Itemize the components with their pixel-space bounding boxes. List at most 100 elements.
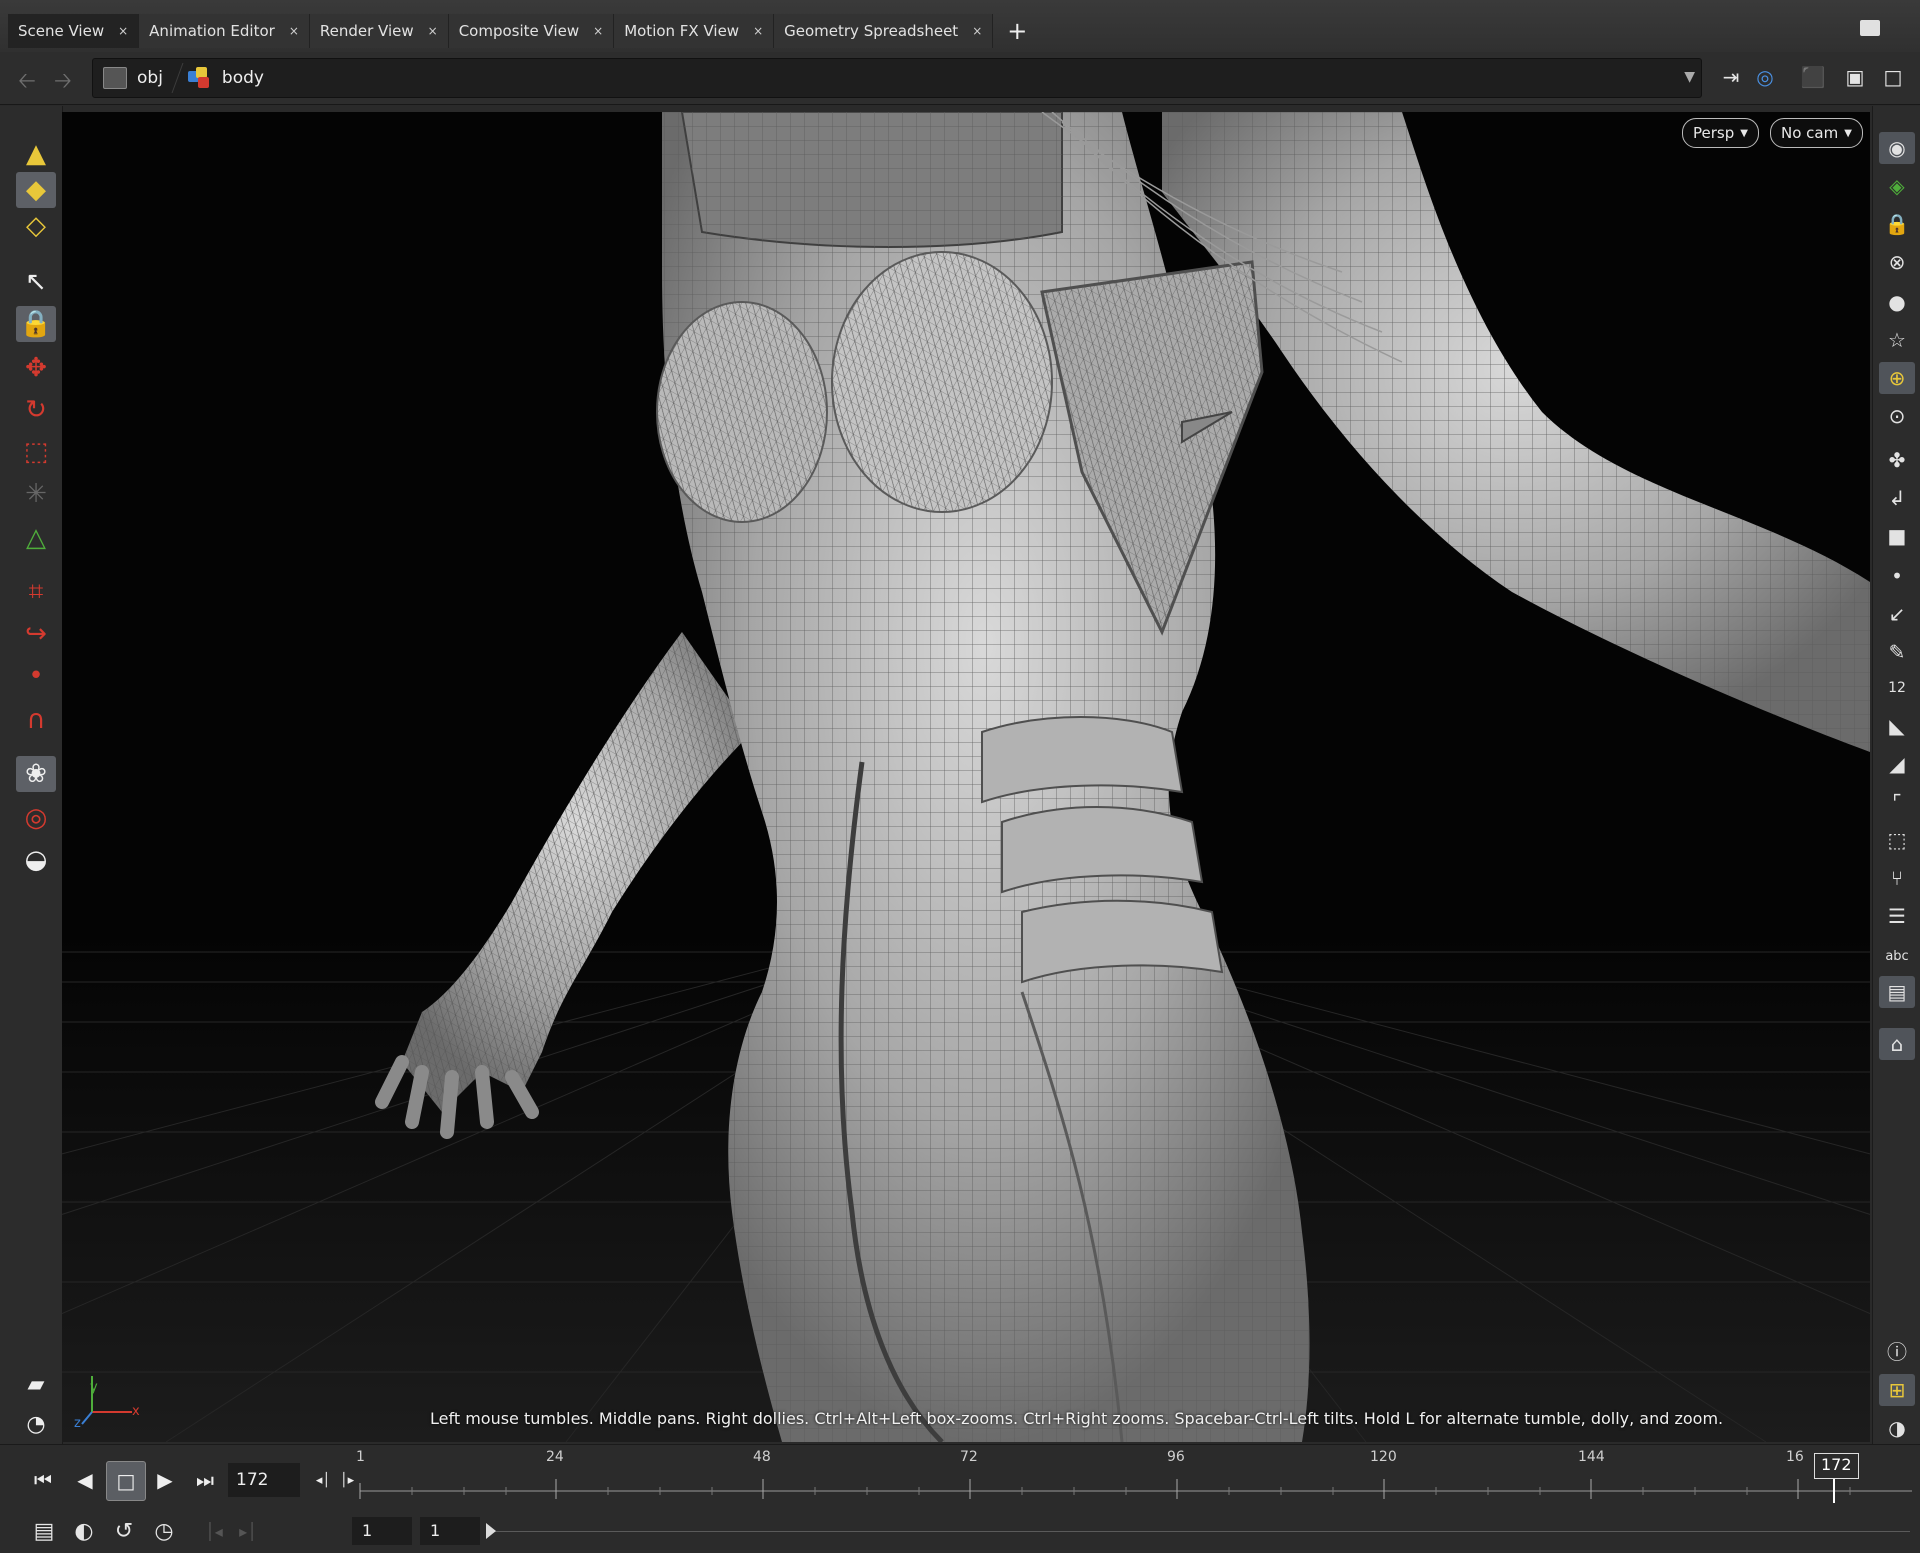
- play-reverse-icon[interactable]: ◀: [66, 1461, 104, 1499]
- add-tab-button[interactable]: +: [993, 14, 1041, 48]
- breadcrumb-body[interactable]: body: [178, 67, 278, 89]
- display-options-icon[interactable]: ⬛: [1800, 64, 1826, 90]
- snap-prim-icon[interactable]: ↪: [16, 616, 56, 652]
- timeline-tick-label: 144: [1578, 1449, 1605, 1465]
- vector-icon[interactable]: ↙: [1879, 598, 1915, 630]
- pin-location-icon[interactable]: ⌂: [1879, 1028, 1915, 1060]
- scene-viewport[interactable]: Persp ▼ No cam ▼ y x z Left mouse tumble…: [62, 112, 1870, 1442]
- pen-icon[interactable]: ✎: [1879, 636, 1915, 668]
- tab-close-icon[interactable]: ×: [753, 24, 763, 38]
- range-slider-handle[interactable]: [486, 1523, 496, 1539]
- view-mode-label: Persp: [1693, 124, 1735, 142]
- audio-icon[interactable]: ◐: [68, 1515, 100, 1547]
- add-light-icon[interactable]: ⊕: [1879, 362, 1915, 394]
- light-bulb-icon[interactable]: ☆: [1879, 324, 1915, 356]
- pose-tool-icon[interactable]: ✳: [16, 476, 56, 512]
- tab-close-icon[interactable]: ×: [972, 24, 982, 38]
- tab-close-icon[interactable]: ×: [118, 24, 128, 38]
- eye-icon[interactable]: ◉: [1879, 132, 1915, 164]
- tab-close-icon[interactable]: ×: [593, 24, 603, 38]
- lock-select-icon[interactable]: 🔒: [16, 306, 56, 342]
- handle-tool-icon[interactable]: △: [16, 520, 56, 556]
- realtime-clock-icon[interactable]: ◷: [148, 1515, 180, 1547]
- range-end-icon[interactable]: ▸│: [232, 1515, 264, 1547]
- tab-close-icon[interactable]: ×: [289, 24, 299, 38]
- tab-motion-fx-view[interactable]: Motion FX View ×: [614, 14, 775, 48]
- link-target-icon[interactable]: ◎: [1752, 64, 1778, 90]
- snap-grid-icon[interactable]: ⌗: [16, 574, 56, 610]
- grid-layout-icon[interactable]: ⊞: [1879, 1374, 1915, 1406]
- magnet-icon[interactable]: ∩: [16, 702, 56, 738]
- chevron-down-icon: ▼: [1740, 127, 1748, 139]
- list-icon[interactable]: ☰: [1879, 900, 1915, 932]
- scale-tool-icon[interactable]: ⬚: [16, 434, 56, 470]
- loop-icon[interactable]: ↺: [108, 1515, 140, 1547]
- close-circle-icon[interactable]: ⊗: [1879, 246, 1915, 278]
- normals-icon[interactable]: ✤: [1879, 444, 1915, 476]
- play-forward-icon[interactable]: ▶: [146, 1461, 184, 1499]
- select-tool-icon[interactable]: ↖: [16, 264, 56, 300]
- shading-sphere-icon[interactable]: ●: [1879, 286, 1915, 318]
- jump-start-icon[interactable]: ⏮: [24, 1461, 62, 1499]
- info-icon[interactable]: ⓘ: [1879, 1334, 1915, 1366]
- bounding-box-icon[interactable]: ⬚: [1879, 824, 1915, 856]
- snap-point-icon[interactable]: •: [16, 658, 56, 694]
- network-path-field[interactable]: obj body ▼: [92, 58, 1702, 98]
- backface-icon[interactable]: ↲: [1879, 482, 1915, 514]
- ghost-geometry-icon[interactable]: ◈: [1879, 170, 1915, 202]
- range-start-icon[interactable]: │◂: [198, 1515, 230, 1547]
- move-tool-icon[interactable]: ✥: [16, 350, 56, 386]
- timeline-bar[interactable]: 1 24 48 72 96 120 144 16 172: [356, 1449, 1912, 1505]
- stop-icon[interactable]: □: [106, 1461, 146, 1501]
- camera-pin-icon[interactable]: ⊙: [1879, 400, 1915, 432]
- branch-icon[interactable]: ⑂: [1879, 862, 1915, 894]
- jump-end-icon[interactable]: ⏭: [186, 1461, 224, 1499]
- camera-menu-button[interactable]: No cam ▼: [1770, 118, 1863, 148]
- snapshot-icon[interactable]: ◔: [16, 1406, 56, 1442]
- range-slider-track[interactable]: [490, 1531, 1910, 1532]
- render-flipbook-icon[interactable]: ▰: [16, 1366, 56, 1402]
- view-tool-icon[interactable]: ❀: [16, 756, 56, 792]
- select-mode-objects-icon[interactable]: ▲: [16, 136, 56, 172]
- forward-arrow-icon[interactable]: 🡢: [54, 64, 72, 102]
- wire-icon[interactable]: ◢: [1879, 748, 1915, 780]
- pin-icon[interactable]: ⇥: [1718, 64, 1744, 90]
- frame-number-icon[interactable]: 12: [1879, 672, 1915, 704]
- current-frame-field[interactable]: 172: [228, 1463, 300, 1497]
- timeline-cursor-frame[interactable]: 172: [1814, 1453, 1859, 1479]
- rotate-tool-icon[interactable]: ↻: [16, 392, 56, 428]
- path-bar: 🡠 🡢 obj body ▼ ⇥ ◎ ⬛ ▣ □: [0, 52, 1920, 105]
- select-mode-dynamics-icon[interactable]: ◇: [16, 208, 56, 244]
- tab-scene-view[interactable]: Scene View ×: [8, 14, 140, 48]
- tab-geometry-spreadsheet[interactable]: Geometry Spreadsheet ×: [774, 14, 994, 48]
- range-start-field[interactable]: 1: [352, 1517, 412, 1545]
- playbar-menu-icon[interactable]: ▤: [28, 1515, 60, 1547]
- range-end-field[interactable]: 1: [420, 1517, 480, 1545]
- corner-icon[interactable]: ⌜: [1879, 786, 1915, 818]
- tab-close-icon[interactable]: ×: [428, 24, 438, 38]
- fill-icon[interactable]: ◣: [1879, 710, 1915, 742]
- tab-render-view[interactable]: Render View ×: [309, 14, 449, 48]
- tab-composite-view[interactable]: Composite View ×: [448, 14, 615, 48]
- render-region-icon[interactable]: ◎: [16, 800, 56, 836]
- tab-animation-editor[interactable]: Animation Editor ×: [139, 14, 310, 48]
- camera-tool-icon[interactable]: ◒: [16, 842, 56, 878]
- select-mode-geometry-icon[interactable]: ◆: [16, 172, 56, 208]
- pane-menu-icon[interactable]: □: [1880, 64, 1906, 90]
- point-dot-icon[interactable]: •: [1879, 560, 1915, 592]
- pane-maximize-icon[interactable]: [1860, 20, 1880, 36]
- point-display-icon[interactable]: ■: [1879, 520, 1915, 552]
- timeline-tick-label: 96: [1167, 1449, 1185, 1465]
- tab-label: Motion FX View: [624, 22, 740, 40]
- image-icon[interactable]: ▤: [1879, 976, 1915, 1008]
- breadcrumb-obj[interactable]: obj: [93, 67, 177, 89]
- path-dropdown-icon[interactable]: ▼: [1684, 69, 1695, 85]
- tab-label: Composite View: [458, 22, 580, 40]
- lock-icon[interactable]: 🔒: [1879, 208, 1915, 240]
- view-layout-icon[interactable]: ▣: [1842, 64, 1868, 90]
- eye-toggle-icon[interactable]: ◑: [1879, 1412, 1915, 1444]
- back-arrow-icon[interactable]: 🡠: [18, 64, 36, 102]
- persp-view-button[interactable]: Persp ▼: [1682, 118, 1759, 148]
- breadcrumb-label: body: [221, 68, 264, 88]
- text-label-icon[interactable]: abc: [1879, 940, 1915, 972]
